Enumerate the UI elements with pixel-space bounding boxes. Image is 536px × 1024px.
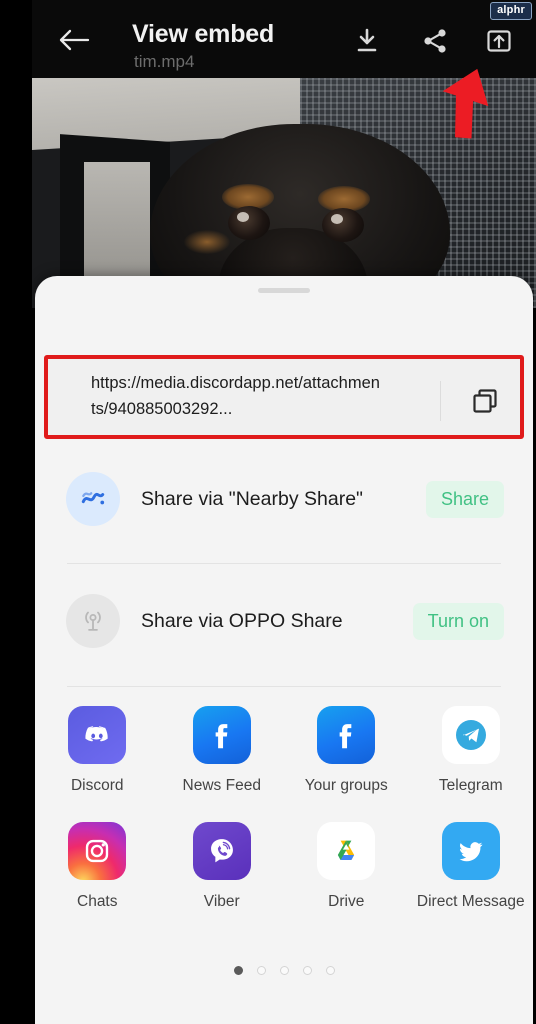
divider	[67, 686, 501, 687]
phone-viewport: View embed tim.mp4 https://media.discord…	[32, 0, 536, 1024]
watermark: alphr	[490, 2, 532, 21]
share-target-your-groups[interactable]: Your groups	[284, 706, 409, 795]
page-dot[interactable]	[302, 966, 312, 975]
share-target-viber[interactable]: Viber	[160, 822, 285, 911]
share-bottom-sheet: https://media.discordapp.net/attachments…	[35, 276, 533, 1024]
page-dot[interactable]	[256, 966, 266, 975]
share-row-nearby-share[interactable]: Share via "Nearby Share" Share	[35, 458, 533, 540]
download-icon	[357, 28, 377, 52]
share-target-chats[interactable]: Chats	[35, 822, 160, 911]
url-divider	[440, 381, 441, 421]
share-icon	[424, 29, 446, 53]
instagram-icon	[68, 822, 127, 880]
discord-icon	[68, 706, 127, 764]
page-indicator[interactable]	[35, 966, 533, 975]
page-dot[interactable]	[279, 966, 289, 975]
facebook-icon	[192, 706, 251, 764]
share-row-label: Share via OPPO Share	[141, 609, 343, 632]
open-external-button[interactable]	[484, 26, 514, 56]
share-url-text: https://media.discordapp.net/attachments…	[91, 374, 380, 418]
share-target-grid: Discord News Feed Your groups Telegram C…	[35, 706, 533, 911]
share-target-news-feed[interactable]: News Feed	[160, 706, 285, 795]
copy-link-button[interactable]	[469, 385, 501, 417]
share-target-telegram[interactable]: Telegram	[409, 706, 534, 795]
copy-icon	[473, 389, 497, 413]
oppo-share-action-button[interactable]: Turn on	[412, 602, 504, 640]
open-in-new-icon	[487, 30, 511, 52]
photo-dog-cheek	[184, 230, 230, 254]
share-target-discord[interactable]: Discord	[35, 706, 160, 795]
share-target-label: Chats	[77, 893, 118, 910]
share-target-label: News Feed	[182, 777, 261, 794]
divider	[67, 563, 501, 564]
photo-dog-eye-left	[228, 206, 270, 240]
screenshot-root: View embed tim.mp4 https://media.discord…	[0, 0, 536, 1024]
nearby-share-icon	[66, 472, 120, 526]
share-button[interactable]	[420, 26, 450, 56]
telegram-icon	[441, 706, 500, 764]
share-target-label: Drive	[328, 893, 365, 910]
file-name: tim.mp4	[134, 52, 195, 71]
share-target-label: Discord	[70, 777, 124, 794]
share-target-label: Telegram	[438, 777, 503, 794]
share-row-label: Share via "Nearby Share"	[141, 487, 363, 510]
share-row-oppo-share[interactable]: Share via OPPO Share Turn on	[35, 580, 533, 662]
nearby-share-action-button[interactable]: Share	[425, 480, 504, 518]
back-arrow-icon	[59, 29, 90, 51]
page-dot[interactable]	[325, 966, 335, 975]
share-target-label: Your groups	[304, 777, 388, 794]
sheet-drag-handle[interactable]	[258, 288, 310, 293]
share-target-label: Direct Message	[416, 893, 525, 910]
share-target-direct-message[interactable]: Direct Message	[409, 822, 534, 911]
oppo-share-icon	[66, 594, 120, 648]
twitter-icon	[441, 822, 500, 880]
viber-icon	[192, 822, 251, 880]
share-target-label: Viber	[203, 893, 240, 910]
page-dot[interactable]	[233, 966, 243, 975]
page-title: View embed	[132, 20, 275, 48]
back-button[interactable]	[58, 28, 92, 52]
facebook-icon	[317, 706, 376, 764]
url-row[interactable]: https://media.discordapp.net/attachments…	[48, 359, 520, 435]
download-button[interactable]	[352, 26, 382, 56]
url-highlight-box: https://media.discordapp.net/attachments…	[44, 355, 524, 439]
photo-dog-eye-right	[322, 208, 364, 242]
google-drive-icon	[317, 822, 376, 880]
share-target-drive[interactable]: Drive	[284, 822, 409, 911]
annotation-arrow-icon	[442, 68, 489, 139]
